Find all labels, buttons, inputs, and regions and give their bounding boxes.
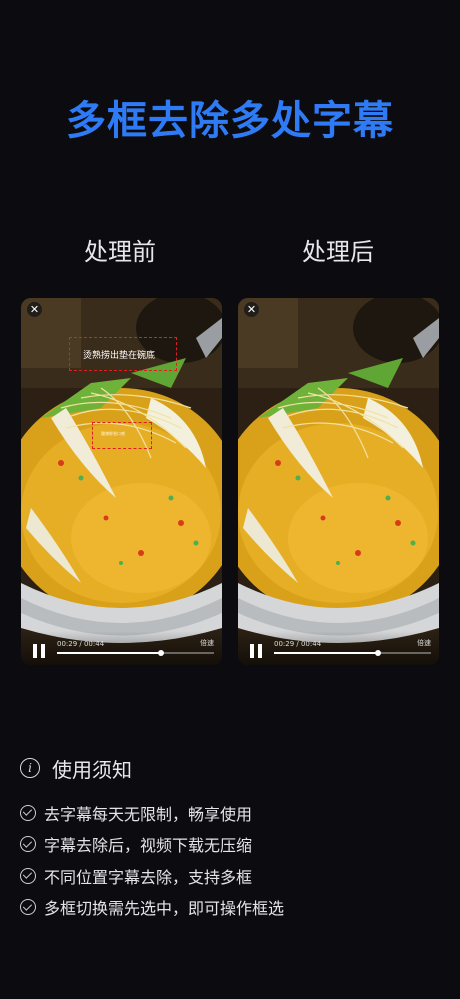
progress-handle[interactable] <box>374 650 381 656</box>
list-item: 不同位置字幕去除，支持多框 <box>20 860 440 892</box>
note-text: 字幕去除后，视频下载无压缩 <box>44 836 253 856</box>
progress-handle[interactable] <box>157 650 164 656</box>
list-item: 字幕去除后，视频下载无压缩 <box>20 829 440 861</box>
food-video-frame <box>238 298 439 665</box>
playback-time: 00:29 / 00:44 <box>274 640 322 648</box>
pause-icon[interactable] <box>249 644 263 658</box>
check-circle-icon <box>20 804 36 821</box>
close-icon[interactable]: ✕ <box>27 302 42 317</box>
video-subtitle: 烫熟捞出垫在碗底 <box>83 351 156 361</box>
note-text: 不同位置字幕去除，支持多框 <box>44 867 253 887</box>
notes-title: 使用须知 <box>52 757 132 782</box>
player-controls: 00:29 / 00:44 倍速 <box>238 631 439 665</box>
note-text: 去字幕每天无限制，畅享使用 <box>44 804 253 824</box>
progress-bar[interactable] <box>274 650 431 656</box>
player-controls: 00:29 / 00:44 倍速 <box>21 631 222 665</box>
after-video-card[interactable]: ✕ 00:29 / 00:44 倍速 <box>238 298 439 665</box>
check-circle-icon <box>20 836 36 853</box>
close-icon[interactable]: ✕ <box>244 302 259 317</box>
check-circle-icon <box>20 899 36 916</box>
speed-button[interactable]: 倍速 <box>417 638 431 648</box>
notes-header: i 使用须知 <box>20 755 440 782</box>
before-label: 处理前 <box>84 238 156 266</box>
before-video-card[interactable]: ✕ 烫熟捞出垫在碗底 酸辣鲜香口感 00:29 / 00:44 倍速 <box>21 298 222 665</box>
check-circle-icon <box>20 867 36 884</box>
after-label: 处理后 <box>302 238 374 266</box>
page-headline: 多框去除多处字幕 <box>66 98 394 144</box>
note-text: 多框切换需先选中，即可操作框选 <box>44 899 285 919</box>
progress-fill <box>274 652 378 654</box>
usage-notes: i 使用须知 去字幕每天无限制，畅享使用 字幕去除后，视频下载无压缩 不同位置字… <box>20 755 440 923</box>
progress-bar[interactable] <box>57 650 214 656</box>
pause-icon[interactable] <box>32 644 46 658</box>
progress-fill <box>57 652 161 654</box>
video-subtitle-small: 酸辣鲜香口感 <box>101 431 125 436</box>
speed-button[interactable]: 倍速 <box>200 638 214 648</box>
list-item: 去字幕每天无限制，畅享使用 <box>20 797 440 829</box>
info-icon: i <box>20 758 40 778</box>
list-item: 多框切换需先选中，即可操作框选 <box>20 892 440 924</box>
playback-time: 00:29 / 00:44 <box>57 640 105 648</box>
